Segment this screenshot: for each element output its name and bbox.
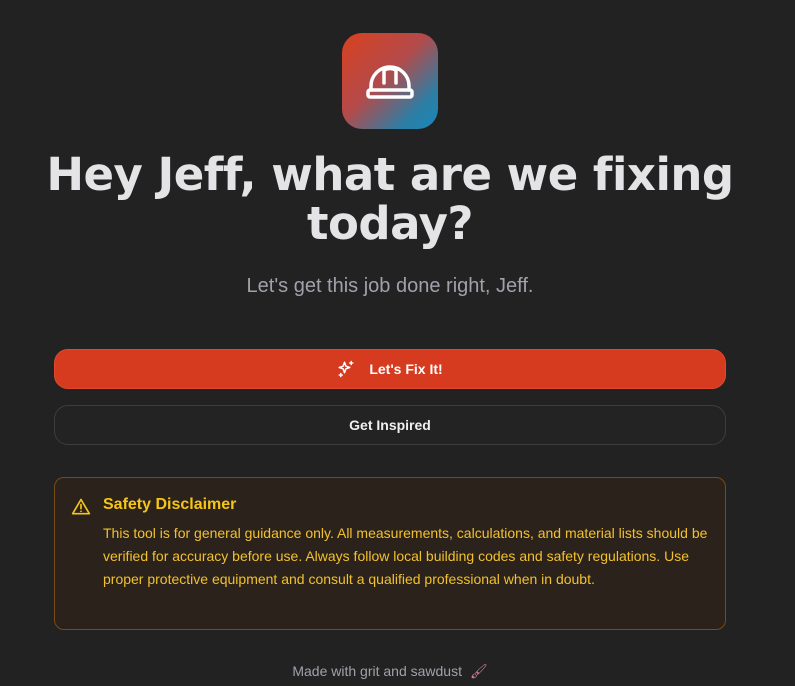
get-inspired-label: Get Inspired	[349, 417, 431, 433]
get-inspired-button[interactable]: Get Inspired	[54, 405, 726, 445]
disclaimer-body: This tool is for general guidance only. …	[103, 525, 708, 587]
lets-fix-it-button[interactable]: Let's Fix It!	[54, 349, 726, 389]
home-screen: Hey Jeff, what are we fixing today? Let'…	[0, 0, 795, 686]
paintbrush-icon: 🖌	[469, 663, 488, 679]
app-logo	[342, 33, 438, 129]
warning-triangle-icon	[71, 498, 91, 515]
safety-disclaimer: Safety Disclaimer This tool is for gener…	[54, 477, 726, 630]
footer-text: Made with grit and sawdust	[292, 663, 462, 679]
page-subtitle: Let's get this job done right, Jeff.	[246, 275, 534, 297]
lets-fix-it-label: Let's Fix It!	[369, 361, 443, 377]
disclaimer-title: Safety Disclaimer	[103, 496, 237, 513]
page-title: Hey Jeff, what are we fixing today?	[46, 148, 734, 250]
sparkles-icon	[338, 360, 354, 378]
hard-hat-icon	[366, 65, 414, 99]
footer: Made with grit and sawdust 🖌	[40, 663, 740, 680]
